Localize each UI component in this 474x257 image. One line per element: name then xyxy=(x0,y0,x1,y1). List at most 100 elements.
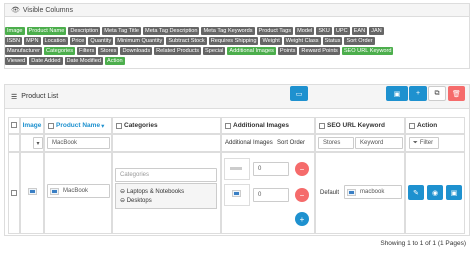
column-toggle-date-modified[interactable]: Date Modified xyxy=(64,57,104,65)
column-checkbox[interactable] xyxy=(319,122,325,129)
column-toggle-meta-tag-title[interactable]: Meta Tag Title xyxy=(102,27,142,35)
column-toggle-location[interactable]: Location xyxy=(42,37,68,45)
column-toggle-product-tags[interactable]: Product Tags xyxy=(256,27,294,35)
monitor-icon: ▭ xyxy=(295,90,303,98)
column-toggle-upc[interactable]: UPC xyxy=(333,27,350,35)
caret-down-icon: ▾ xyxy=(36,140,40,147)
view-button[interactable]: ◉ xyxy=(427,185,443,200)
column-toggle-action[interactable]: Action xyxy=(105,57,125,65)
pagination-text: Showing 1 to 1 of 1 (1 Pages) xyxy=(380,240,466,247)
seo-keyword-input[interactable]: macbook xyxy=(344,185,402,199)
visible-columns-title: Visible Columns xyxy=(22,6,73,14)
language-flag-icon xyxy=(50,187,59,195)
toggle-columns-button[interactable]: ▭ xyxy=(290,86,308,101)
column-toggle-filters[interactable]: Filters xyxy=(77,47,97,55)
column-checkbox[interactable] xyxy=(116,122,122,129)
additional-image-sort-input-1[interactable]: 0 xyxy=(253,162,289,176)
filter-cell-categories xyxy=(112,134,221,152)
column-toggle-points[interactable]: Points xyxy=(277,47,298,55)
language-flag-icon xyxy=(347,188,356,196)
column-toggle-special[interactable]: Special xyxy=(203,47,226,55)
column-toggle-meta-tag-keywords[interactable]: Meta Tag Keywords xyxy=(201,27,255,35)
column-toggle-sku[interactable]: SKU xyxy=(316,27,332,35)
product-name-filter-input[interactable]: MacBook xyxy=(47,137,110,149)
row-checkbox[interactable] xyxy=(11,190,17,196)
copy-button[interactable]: ⧉ xyxy=(428,86,446,101)
column-toggle-image[interactable]: Image xyxy=(5,27,25,35)
column-toggle-jan[interactable]: JAN xyxy=(369,27,384,35)
column-toggle-related-products[interactable]: Related Products xyxy=(154,47,202,55)
list-icon: ☰ xyxy=(11,93,18,101)
additional-image-thumbnail xyxy=(232,190,241,197)
eye-icon: 👁 xyxy=(11,7,20,14)
seo-store-label: Default xyxy=(320,190,340,196)
column-toggle-model[interactable]: Model xyxy=(295,27,315,35)
add-image-button[interactable]: + xyxy=(295,212,309,226)
column-header-additional-images[interactable]: Additional Images xyxy=(221,117,315,134)
stores-filter-input[interactable]: Stores xyxy=(318,137,354,149)
column-toggle-isbn[interactable]: ISBN xyxy=(5,37,23,45)
column-toggle-description[interactable]: Description xyxy=(68,27,101,35)
column-toggle-ean[interactable]: EAN xyxy=(351,27,368,35)
column-toggle-product-name[interactable]: Product Name xyxy=(26,27,67,35)
product-thumbnail[interactable] xyxy=(28,188,37,195)
add-product-button[interactable]: + xyxy=(409,86,427,101)
placeholder-image-icon xyxy=(230,167,242,170)
column-toggle-reward-points[interactable]: Reward Points xyxy=(299,47,340,55)
delete-button[interactable]: 🗑 xyxy=(448,86,465,101)
column-toggle-sort-order[interactable]: Sort Order xyxy=(344,37,375,45)
visible-columns-header[interactable]: 👁 Visible Columns xyxy=(5,4,469,17)
column-header-product-name[interactable]: Product Name ▾ xyxy=(44,117,112,134)
column-toggle-manufacturer[interactable]: Manufacturer xyxy=(5,47,42,55)
column-checkbox[interactable] xyxy=(225,122,231,129)
copy-icon: ⧉ xyxy=(434,89,440,97)
column-header-categories[interactable]: Categories xyxy=(112,117,221,134)
column-checkbox[interactable] xyxy=(48,122,54,129)
column-toggle-seo-url-keyword[interactable]: SEO URL Keyword xyxy=(341,47,394,55)
additional-images-filter-label: Additional Images xyxy=(225,140,273,146)
edit-button[interactable]: ✎ xyxy=(408,185,424,200)
filter-icon: ⏷ xyxy=(413,139,418,146)
column-header-action[interactable]: Action xyxy=(405,117,465,134)
column-toggle-subtract-stock[interactable]: Subtract Stock xyxy=(166,37,207,45)
pencil-icon: ✎ xyxy=(413,189,419,197)
column-toggle-date-added[interactable]: Date Added xyxy=(29,57,63,65)
column-toggle-stores[interactable]: Stores xyxy=(98,47,119,55)
product-name-input[interactable]: MacBook xyxy=(47,184,110,198)
column-toggle-price[interactable]: Price xyxy=(69,37,87,45)
column-toggle-mpn[interactable]: MPN xyxy=(24,37,41,45)
column-toggle-row: Manufacturer Categories Filters Stores Downl… xyxy=(5,47,465,55)
remove-image-button[interactable]: − xyxy=(295,162,309,176)
sort-order-filter-label: Sort Order xyxy=(277,140,306,146)
column-toggle-meta-tag-description[interactable]: Meta Tag Description xyxy=(143,27,200,35)
minus-circle-icon: − xyxy=(299,164,305,174)
column-toggle-categories[interactable]: Categories xyxy=(43,47,76,55)
column-toggle-quantity[interactable]: Quantity xyxy=(88,37,114,45)
column-toggle-status[interactable]: Status xyxy=(322,37,343,45)
column-checkbox[interactable] xyxy=(409,122,415,129)
column-toggle-downloads[interactable]: Downloads xyxy=(120,47,153,55)
column-toggle-weight[interactable]: Weight xyxy=(260,37,282,45)
column-header-image[interactable]: Image xyxy=(20,117,44,134)
column-toggle-requires-shipping[interactable]: Requires Shipping xyxy=(208,37,259,45)
minus-circle-icon: − xyxy=(299,190,305,200)
column-toggle-viewed[interactable]: Viewed xyxy=(5,57,28,65)
product-list-title: Product List xyxy=(21,93,59,100)
keyword-filter-input[interactable]: Keyword xyxy=(355,137,403,149)
remove-category-icon[interactable]: ⊖ xyxy=(120,198,125,204)
filter-button[interactable]: ⏷ Filter xyxy=(409,137,439,149)
column-toggle-minimum-quantity[interactable]: Minimum Quantity xyxy=(115,37,165,45)
select-all-checkbox[interactable] xyxy=(11,122,17,128)
categories-autocomplete-input[interactable]: Categories xyxy=(115,168,217,182)
remove-category-icon[interactable]: ⊖ xyxy=(120,189,125,195)
save-row-button[interactable]: ▣ xyxy=(446,185,462,200)
column-toggle-weight-class[interactable]: Weight Class xyxy=(283,37,321,45)
save-icon: ▣ xyxy=(393,90,401,98)
save-columns-button[interactable]: ▣ xyxy=(386,86,408,101)
sort-caret-icon: ▾ xyxy=(101,122,105,130)
remove-image-button[interactable]: − xyxy=(295,188,309,202)
column-toggle-additional-images[interactable]: Additional Images xyxy=(227,47,276,55)
additional-image-sort-input-2[interactable]: 0 xyxy=(253,188,289,202)
image-filter-dropdown[interactable]: ▾ xyxy=(33,137,43,149)
column-header-seo-url-keyword[interactable]: SEO URL Keyword xyxy=(315,117,405,134)
